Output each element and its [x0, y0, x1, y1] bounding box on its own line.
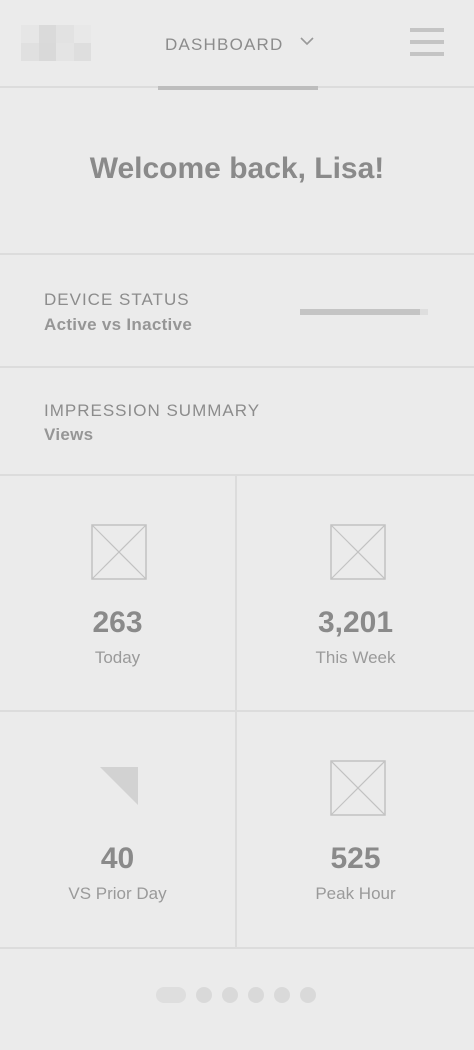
pager-dot[interactable] [274, 987, 290, 1003]
app-header: DASHBOARD [0, 0, 474, 90]
device-status-section[interactable]: DEVICE STATUS Active vs Inactive [0, 255, 474, 368]
image-placeholder-icon [330, 760, 386, 816]
impression-summary-title: IMPRESSION SUMMARY [44, 401, 261, 420]
dashboard-dropdown[interactable]: DASHBOARD [158, 0, 318, 90]
stat-value: 263 [92, 606, 143, 639]
image-placeholder-icon [330, 524, 386, 580]
impression-summary-subtitle: Views [44, 425, 94, 444]
stat-card-peak-hour[interactable]: 525 Peak Hour [237, 712, 474, 948]
pager-dot[interactable] [248, 987, 264, 1003]
welcome-title: Welcome back, Lisa! [89, 152, 385, 185]
pager-dot-active[interactable] [156, 987, 186, 1003]
image-placeholder-icon [91, 524, 147, 580]
impression-summary-section[interactable]: IMPRESSION SUMMARY Views [0, 368, 474, 476]
device-status-bar [300, 309, 428, 315]
stat-label: This Week [315, 648, 396, 667]
stat-card-vs-prior-day[interactable]: 40 VS Prior Day [0, 712, 237, 948]
device-status-title: DEVICE STATUS [44, 290, 190, 309]
hamburger-menu-icon[interactable] [410, 28, 446, 58]
stat-value: 525 [330, 842, 381, 875]
pager-dot[interactable] [222, 987, 238, 1003]
device-status-subtitle: Active vs Inactive [44, 315, 193, 334]
device-status-bar-fill [300, 309, 421, 315]
pager-dot[interactable] [300, 987, 316, 1003]
page-indicator [0, 949, 474, 1050]
stat-card-this-week[interactable]: 3,201 This Week [237, 476, 474, 712]
pager-dot[interactable] [196, 987, 212, 1003]
triangle-icon [100, 767, 138, 805]
logo-placeholder-icon[interactable] [21, 25, 91, 61]
stat-label: Today [94, 648, 141, 667]
stat-value: 40 [100, 842, 135, 875]
stats-grid: 263 Today 3,201 This Week 40 VS Prior Da… [0, 476, 474, 949]
stat-card-today[interactable]: 263 Today [0, 476, 237, 712]
stat-label: VS Prior Day [68, 884, 167, 903]
chevron-down-icon [300, 37, 314, 46]
stat-label: Peak Hour [315, 884, 396, 903]
dashboard-dropdown-label: DASHBOARD [165, 35, 284, 54]
stat-value: 3,201 [317, 606, 394, 639]
welcome-banner: Welcome back, Lisa! [0, 88, 474, 255]
